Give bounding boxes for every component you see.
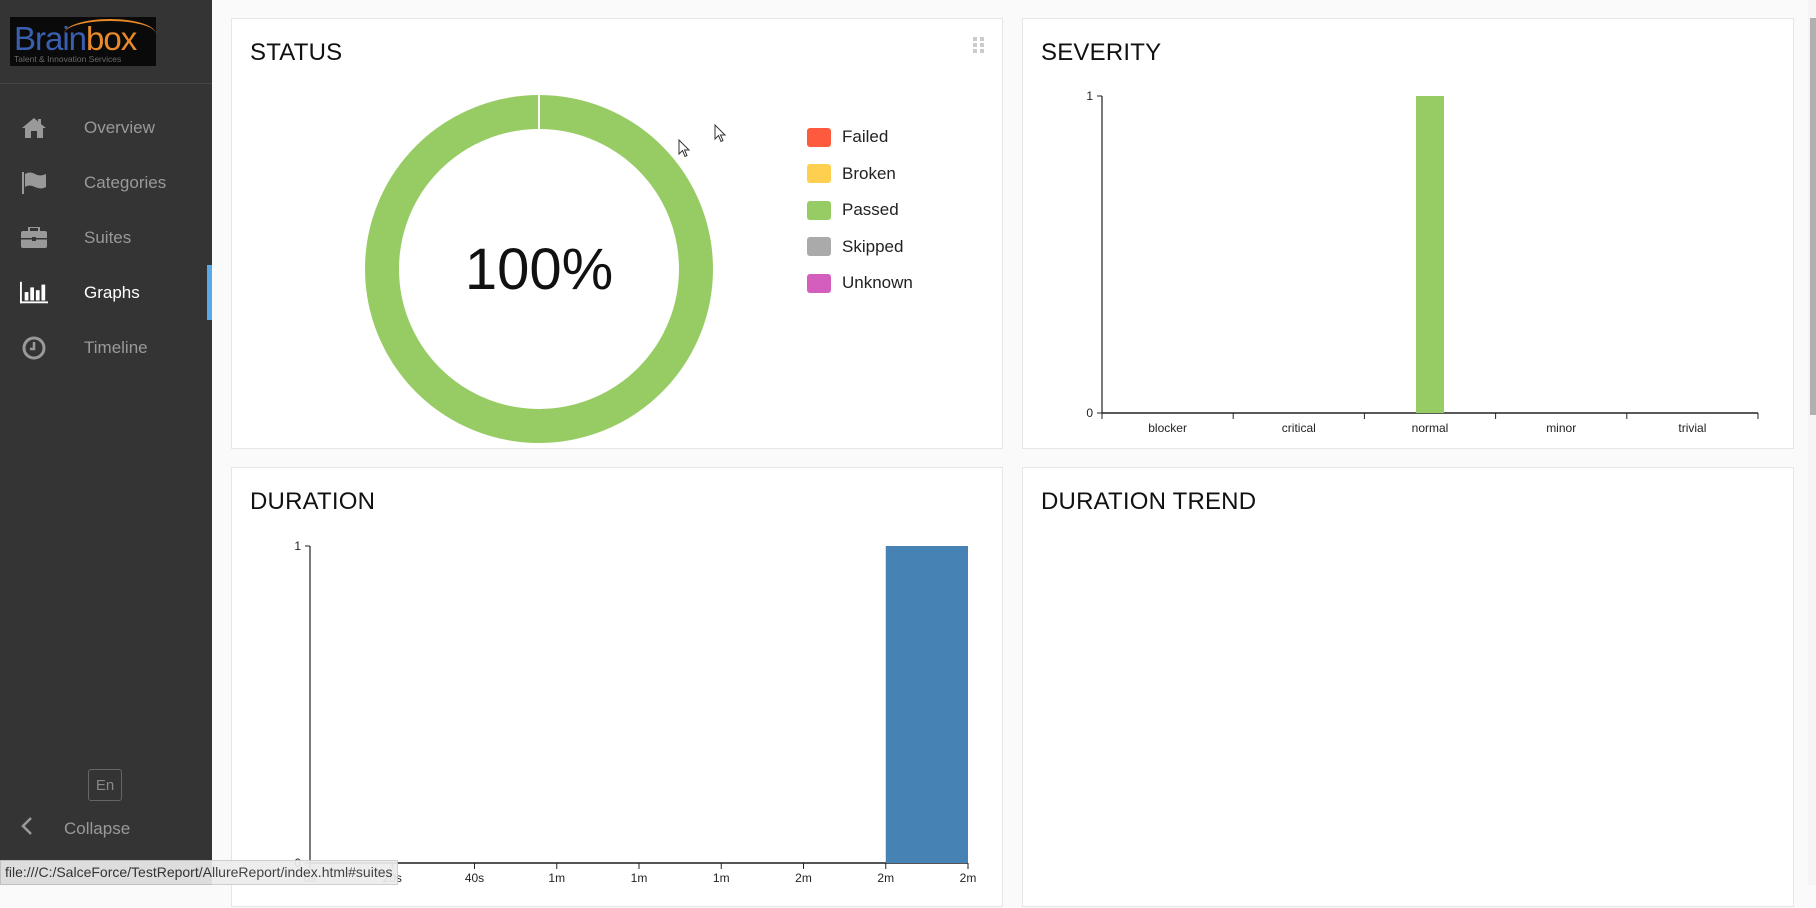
x-tick-label: normal	[1412, 421, 1449, 435]
panel-title: DURATION TREND	[1041, 488, 1257, 515]
x-tick-label: 1m	[631, 871, 648, 885]
legend-item-unknown[interactable]: Unknown	[807, 265, 913, 302]
histogram-bar	[885, 546, 968, 863]
y-tick-label: 1	[294, 539, 301, 553]
status-panel: STATUS 100% Failed Broken Passed Skipped Unk…	[231, 18, 1003, 449]
logo-tagline: Talent & Innovation Services	[14, 54, 122, 64]
severity-panel: SEVERITY 0 1 blocker critical normal minor tri…	[1022, 18, 1794, 449]
x-tick-label: minor	[1546, 421, 1576, 435]
home-icon	[20, 116, 48, 140]
logo-area: Brainbox Talent & Innovation Services	[0, 0, 212, 84]
legend-label: Passed	[842, 200, 899, 220]
page-scrollbar[interactable]	[1808, 0, 1816, 885]
x-tick-label: blocker	[1148, 421, 1187, 435]
sidebar-item-graphs[interactable]: Graphs	[0, 265, 212, 320]
browser-status-url: file:///C:/SalceForce/TestReport/AllureR…	[0, 860, 398, 885]
x-tick-label: 40s	[465, 871, 484, 885]
logo-brand-part1: Brain	[14, 20, 87, 57]
briefcase-icon	[20, 226, 48, 250]
y-tick-label: 1	[1086, 89, 1093, 103]
mouse-cursor-icon	[678, 139, 691, 158]
scrollbar-thumb[interactable]	[1810, 18, 1816, 415]
duration-histogram: 010s20s40s1m1m1m2m2m2m	[294, 539, 977, 885]
y-tick-label: 0	[1086, 406, 1093, 420]
legend-swatch	[807, 200, 831, 220]
legend-item-passed[interactable]: Passed	[807, 192, 913, 229]
sidebar-item-timeline[interactable]: Timeline	[0, 320, 212, 375]
language-button[interactable]: En	[88, 769, 122, 801]
sidebar-item-suites[interactable]: Suites	[0, 210, 212, 265]
legend-label: Failed	[842, 127, 889, 147]
brand-logo[interactable]: Brainbox Talent & Innovation Services	[10, 17, 156, 66]
x-tick-label: 2m	[960, 871, 977, 885]
sidebar-item-label: Suites	[84, 227, 132, 247]
collapse-label: Collapse	[64, 819, 131, 838]
sidebar-item-overview[interactable]: Overview	[0, 100, 212, 155]
duration-trend-panel: DURATION TREND	[1022, 467, 1794, 907]
legend-swatch	[807, 127, 831, 147]
logo-brand-part2: box	[86, 20, 137, 57]
sidebar: Brainbox Talent & Innovation Services Ov…	[0, 0, 212, 885]
legend-label: Skipped	[842, 236, 904, 256]
legend-item-failed[interactable]: Failed	[807, 119, 913, 156]
sidebar-item-label: Overview	[84, 117, 155, 137]
severity-bar-chart: 0 1 blocker critical normal minor trivial	[1086, 89, 1759, 435]
legend-label: Broken	[842, 163, 896, 183]
legend-swatch	[807, 237, 831, 257]
legend-item-skipped[interactable]: Skipped	[807, 229, 913, 266]
duration-panel: DURATION 010s20s40s1m1m1m2m2m2m	[231, 467, 1003, 907]
status-legend: Failed Broken Passed Skipped Unknown	[807, 119, 913, 302]
legend-swatch	[807, 164, 831, 184]
logo-wordmark: Brainbox	[14, 20, 137, 57]
sidebar-nav: Overview Categories Suites Graphs Timeli…	[0, 100, 212, 375]
collapse-button[interactable]: Collapse	[20, 816, 130, 842]
x-tick-label: 2m	[877, 871, 894, 885]
x-tick-label: 1m	[548, 871, 565, 885]
bar-normal	[1416, 96, 1444, 413]
x-tick-label: trivial	[1678, 421, 1706, 435]
legend-swatch	[807, 273, 831, 293]
sidebar-item-label: Graphs	[84, 282, 140, 302]
x-tick-label: 1m	[713, 871, 730, 885]
x-tick-label: critical	[1282, 421, 1316, 435]
flag-icon	[20, 171, 48, 195]
mouse-cursor-icon	[714, 124, 727, 143]
sidebar-item-label: Categories	[84, 172, 167, 192]
donut-center-label: 100%	[465, 237, 613, 302]
chevron-left-icon	[20, 816, 42, 842]
legend-item-broken[interactable]: Broken	[807, 156, 913, 193]
legend-label: Unknown	[842, 273, 913, 293]
sidebar-item-label: Timeline	[84, 337, 148, 357]
x-tick-label: 2m	[795, 871, 812, 885]
clock-icon	[20, 336, 48, 360]
bar-chart-icon	[20, 281, 48, 305]
sidebar-item-categories[interactable]: Categories	[0, 155, 212, 210]
